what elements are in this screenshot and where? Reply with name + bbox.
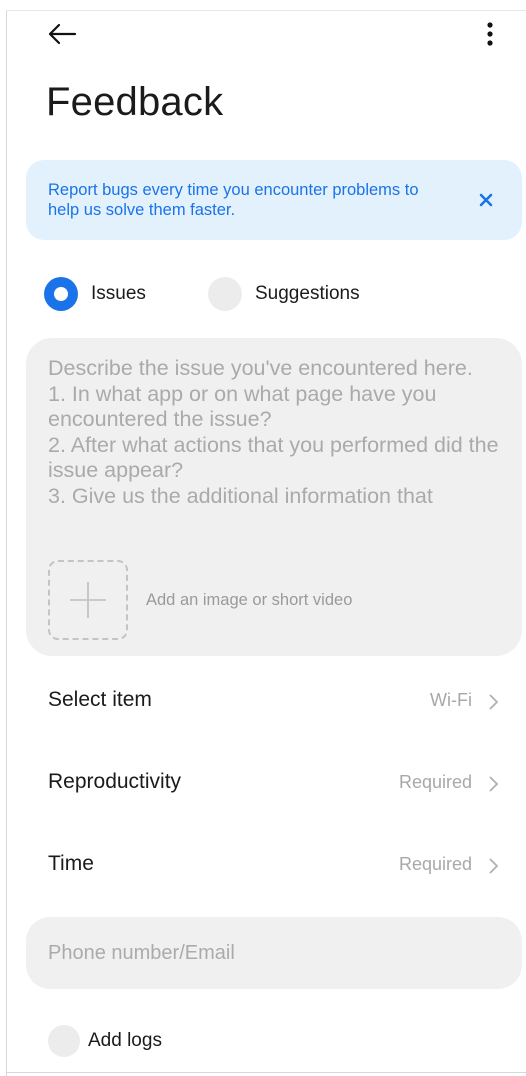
- radio-issues[interactable]: Issues: [44, 276, 146, 312]
- frame-left-edge: [6, 10, 7, 1076]
- arrow-left-icon: [48, 23, 77, 45]
- banner-close-button[interactable]: [472, 186, 500, 214]
- contact-field: [26, 917, 522, 989]
- time-label: Time: [48, 852, 94, 875]
- radio-suggestions[interactable]: Suggestions: [208, 276, 360, 312]
- select-item-row[interactable]: Select item Wi-Fi: [26, 672, 522, 732]
- time-row[interactable]: Time Required: [26, 836, 522, 896]
- add-logs-label: Add logs: [88, 1030, 162, 1051]
- more-options-button[interactable]: [474, 18, 506, 50]
- top-app-bar: [0, 14, 526, 54]
- description-field[interactable]: Describe the issue you've encountered he…: [26, 338, 522, 656]
- add-media-label: Add an image or short video: [146, 591, 353, 609]
- add-logs-checkbox[interactable]: [48, 1025, 80, 1057]
- reproductivity-label: Reproductivity: [48, 770, 182, 793]
- radio-suggestions-label: Suggestions: [255, 283, 360, 304]
- back-button[interactable]: [44, 18, 80, 50]
- page-title: Feedback: [46, 80, 224, 124]
- plus-icon: [70, 582, 106, 618]
- select-item-value: Wi-Fi: [430, 690, 472, 710]
- radio-unselected-indicator: [208, 277, 242, 311]
- more-vertical-icon: [487, 22, 493, 46]
- chevron-right-icon: [489, 776, 499, 792]
- time-value: Required: [398, 854, 472, 874]
- add-media-button[interactable]: [48, 560, 128, 640]
- chevron-right-icon: [489, 694, 499, 710]
- radio-issues-label: Issues: [91, 283, 146, 304]
- description-placeholder[interactable]: Describe the issue you've encountered he…: [48, 356, 508, 541]
- select-item-label: Select item: [48, 688, 152, 711]
- radio-selected-indicator: [44, 277, 78, 311]
- reproductivity-row[interactable]: Reproductivity Required: [26, 754, 522, 814]
- add-logs-toggle[interactable]: Add logs: [48, 1024, 162, 1058]
- frame-top-edge: [6, 10, 526, 11]
- frame-bottom-edge: [6, 1072, 526, 1073]
- info-banner: Report bugs every time you encounter pro…: [26, 160, 522, 240]
- banner-message: Report bugs every time you encounter pro…: [48, 181, 419, 219]
- contact-input[interactable]: [48, 939, 488, 967]
- chevron-right-icon: [489, 858, 499, 874]
- close-icon: [479, 193, 493, 207]
- reproductivity-value: Required: [398, 772, 472, 792]
- feedback-type-selector: Issues Suggestions: [44, 276, 504, 314]
